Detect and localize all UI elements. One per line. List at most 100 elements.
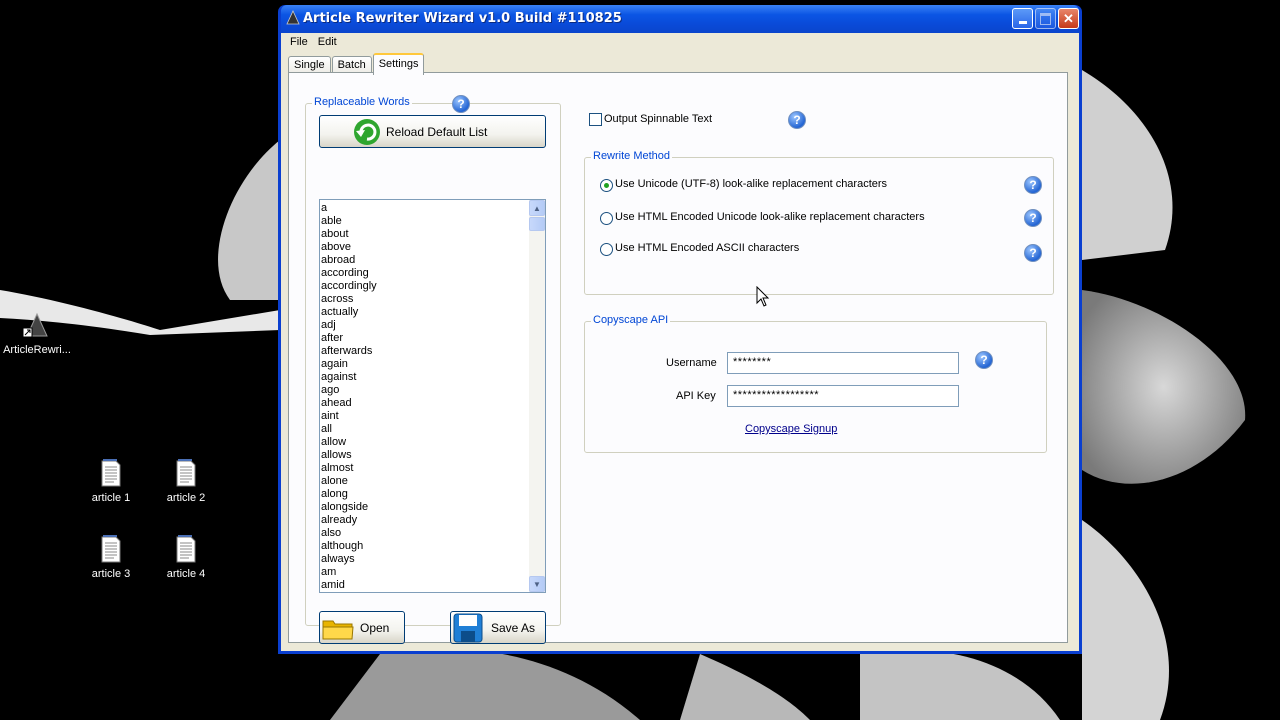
radio-unicode-utf8[interactable] [600, 179, 613, 192]
minimize-icon [1018, 21, 1027, 24]
app-icon [286, 10, 300, 25]
api-key-label: API Key [676, 390, 716, 402]
minimize-button[interactable] [1012, 8, 1033, 29]
help-icon[interactable]: ? [975, 351, 993, 369]
list-item[interactable]: a [321, 202, 528, 215]
username-label: Username [666, 357, 717, 369]
radio-html-encoded-ascii[interactable] [600, 243, 613, 256]
radio-html-encoded-ascii-label: Use HTML Encoded ASCII characters [615, 242, 800, 254]
desktop-icon-article-4[interactable]: article 4 [151, 534, 221, 580]
copyscape-api-title: Copyscape API [591, 314, 671, 326]
radio-unicode-utf8-label: Use Unicode (UTF-8) look-alike replaceme… [615, 178, 888, 190]
save-as-button-label: Save As [491, 620, 536, 635]
reload-default-list-button[interactable]: Reload Default List [319, 115, 546, 148]
list-item[interactable]: accordingly [321, 280, 528, 293]
list-item[interactable]: again [321, 358, 528, 371]
desktop-icon-article-2[interactable]: article 2 [151, 458, 221, 504]
desktop-icon-label: article 3 [91, 568, 131, 580]
list-scrollbar[interactable]: ▲ ▼ [529, 200, 545, 592]
open-button[interactable]: Open [319, 611, 405, 644]
list-item[interactable]: ahead [321, 397, 528, 410]
help-icon[interactable]: ? [1024, 244, 1042, 262]
wizard-hat-icon [22, 312, 48, 338]
list-item[interactable]: almost [321, 462, 528, 475]
text-file-icon [176, 535, 196, 563]
list-item[interactable]: afterwards [321, 345, 528, 358]
title-bar[interactable]: Article Rewriter Wizard v1.0 Build #1108… [281, 5, 1079, 33]
list-item[interactable]: able [321, 215, 528, 228]
open-button-label: Open [360, 620, 390, 635]
list-item[interactable]: above [321, 241, 528, 254]
list-item[interactable]: about [321, 228, 528, 241]
username-field[interactable]: ******** [727, 352, 959, 374]
desktop-icon-label: ArticleRewri... [3, 344, 71, 356]
desktop-icon-label: article 1 [91, 492, 131, 504]
list-item[interactable]: against [321, 371, 528, 384]
scroll-down-arrow[interactable]: ▼ [529, 576, 545, 592]
list-item[interactable]: although [321, 540, 528, 553]
reload-button-label: Reload Default List [386, 124, 488, 139]
refresh-icon [354, 118, 380, 145]
rewrite-method-title: Rewrite Method [591, 150, 673, 162]
maximize-button[interactable] [1035, 8, 1056, 29]
list-item[interactable]: am [321, 566, 528, 579]
list-item[interactable]: ago [321, 384, 528, 397]
close-button[interactable]: ✕ [1058, 8, 1079, 29]
menu-file[interactable]: File [285, 36, 313, 48]
folder-icon [322, 620, 354, 639]
list-item[interactable]: alone [321, 475, 528, 488]
text-file-icon [101, 535, 121, 563]
replaceable-words-title: Replaceable Words [312, 96, 412, 108]
text-file-icon [176, 459, 196, 487]
tab-strip: Single Batch Settings [288, 53, 425, 75]
menu-bar: File Edit [281, 33, 1079, 51]
help-icon[interactable]: ? [1024, 209, 1042, 227]
list-item[interactable]: actually [321, 306, 528, 319]
list-item[interactable]: always [321, 553, 528, 566]
desktop-icon-label: article 2 [166, 492, 206, 504]
desktop-icon-article-rewriter[interactable]: ArticleRewri... [2, 312, 72, 356]
mouse-pointer-icon [756, 286, 770, 307]
scroll-thumb[interactable] [529, 217, 545, 231]
list-item[interactable]: after [321, 332, 528, 345]
api-key-field[interactable]: ****************** [727, 385, 959, 407]
desktop-icon-article-1[interactable]: article 1 [76, 458, 146, 504]
list-item[interactable]: also [321, 527, 528, 540]
list-item[interactable]: aint [321, 410, 528, 423]
desktop-icon-article-3[interactable]: article 3 [76, 534, 146, 580]
list-item[interactable]: alongside [321, 501, 528, 514]
list-item[interactable]: all [321, 423, 528, 436]
list-item[interactable]: abroad [321, 254, 528, 267]
list-item[interactable]: across [321, 293, 528, 306]
list-item[interactable]: according [321, 267, 528, 280]
help-icon[interactable]: ? [788, 111, 806, 129]
replaceable-words-list[interactable]: a able about above abroad according accordingl… [319, 199, 546, 593]
window-title: Article Rewriter Wizard v1.0 Build #1108… [303, 11, 622, 26]
list-item[interactable]: allows [321, 449, 528, 462]
window-client: File Edit Single Batch Settings Replacea… [281, 33, 1079, 651]
help-icon[interactable]: ? [452, 95, 470, 113]
list-item[interactable]: adj [321, 319, 528, 332]
scroll-up-arrow[interactable]: ▲ [529, 200, 545, 216]
save-disk-icon [453, 613, 483, 642]
copyscape-signup-link[interactable]: Copyscape Signup [745, 423, 837, 435]
list-item[interactable]: amid [321, 579, 528, 592]
list-item[interactable]: allow [321, 436, 528, 449]
save-as-button[interactable]: Save As [450, 611, 546, 644]
output-spinnable-label: Output Spinnable Text [604, 113, 713, 125]
maximize-icon [1040, 12, 1051, 25]
app-window: Article Rewriter Wizard v1.0 Build #1108… [278, 5, 1082, 654]
desktop-icon-label: article 4 [166, 568, 206, 580]
word-list-items: a able about above abroad according accordingl… [321, 202, 528, 592]
radio-html-encoded-unicode[interactable] [600, 212, 613, 225]
tab-settings[interactable]: Settings [372, 53, 425, 75]
text-file-icon [101, 459, 121, 487]
list-item[interactable]: already [321, 514, 528, 527]
radio-html-encoded-unicode-label: Use HTML Encoded Unicode look-alike repl… [615, 211, 925, 223]
close-icon: ✕ [1063, 10, 1074, 26]
menu-edit[interactable]: Edit [313, 36, 342, 48]
list-item[interactable]: along [321, 488, 528, 501]
settings-panel: Replaceable Words ? Reload Default List … [288, 72, 1068, 644]
output-spinnable-checkbox[interactable] [589, 113, 602, 126]
help-icon[interactable]: ? [1024, 176, 1042, 194]
